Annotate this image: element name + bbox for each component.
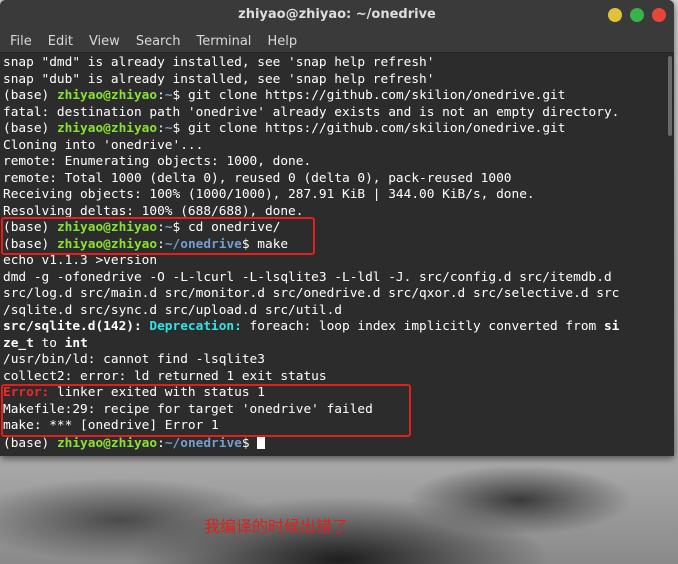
terminal-text: /usr/bin/ld: cannot find -lsqlite3 xyxy=(3,352,265,367)
annotation-caption: 我编译的时候出错了 xyxy=(204,517,349,536)
highlight-box-errors xyxy=(1,384,411,437)
terminal-text: $ git clone https://github.com/skilion/o… xyxy=(172,121,566,136)
window-title: zhiyao@zhiyao: ~/onedrive xyxy=(238,7,436,22)
maximize-button[interactable] xyxy=(630,8,644,22)
terminal-line: snap "dmd" is already installed, see 'sn… xyxy=(3,55,671,72)
title-bar[interactable]: zhiyao@zhiyao: ~/onedrive xyxy=(0,0,674,30)
terminal-text: snap "dmd" is already installed, see 'sn… xyxy=(3,55,435,70)
terminal-text: Cloning into 'onedrive'... xyxy=(3,137,204,153)
terminal-text: zhiyao@zhiyao xyxy=(56,121,158,136)
terminal-text: foreach: loop index implicitly converted… xyxy=(241,319,604,334)
terminal-text: echo v1.1.3 >version xyxy=(3,253,158,268)
terminal-text: int xyxy=(64,335,88,351)
terminal-text: (base) xyxy=(3,88,57,103)
terminal-line: snap "dub" is already installed, see 'sn… xyxy=(3,72,671,89)
terminal-line: ze_t to int xyxy=(3,336,671,353)
highlight-box-commands xyxy=(1,217,315,255)
terminal-line: remote: Enumerating objects: 1000, done. xyxy=(3,154,671,171)
terminal-text: (base) xyxy=(3,121,57,136)
menu-search[interactable]: Search xyxy=(130,34,187,49)
terminal-line: src/sqlite.d(142): Deprecation: foreach:… xyxy=(3,319,671,336)
menu-terminal[interactable]: Terminal xyxy=(190,34,257,49)
terminal-text: remote: Total 1000 (delta 0), reused 0 (… xyxy=(3,170,512,186)
terminal-text: zhiyao@zhiyao xyxy=(56,435,158,451)
terminal-text: snap "dub" is already installed, see 'sn… xyxy=(3,71,435,87)
terminal-text: $ git clone https://github.com/skilion/o… xyxy=(172,88,566,103)
terminal-line: Receiving objects: 100% (1000/1000), 287… xyxy=(3,187,671,204)
terminal-text: ~ xyxy=(164,88,173,103)
terminal-text: si xyxy=(603,319,620,334)
terminal-text: dmd -g -ofonedrive -O -L-lcurl -L-lsqlit… xyxy=(3,269,620,285)
terminal-text: : xyxy=(157,435,165,451)
menu-view[interactable]: View xyxy=(83,34,126,49)
minimize-button[interactable] xyxy=(608,8,622,22)
terminal-line: collect2: error: ld returned 1 exit stat… xyxy=(3,369,671,386)
terminal-text: src/sqlite.d(142): xyxy=(3,319,150,334)
terminal-text: to xyxy=(33,335,65,351)
terminal-text: remote: Enumerating objects: 1000, done. xyxy=(3,154,312,169)
terminal-text: ze_t xyxy=(3,335,34,351)
terminal-line: /usr/bin/ld: cannot find -lsqlite3 xyxy=(3,352,671,369)
terminal-line: Cloning into 'onedrive'... xyxy=(3,138,671,155)
terminal-text: (base) xyxy=(3,435,57,451)
terminal-line: fatal: destination path 'onedrive' alrea… xyxy=(3,105,671,122)
terminal-line: (base) zhiyao@zhiyao:~$ git clone https:… xyxy=(3,121,671,138)
terminal-text: Deprecation: xyxy=(149,319,242,334)
close-button[interactable] xyxy=(652,8,666,22)
terminal-text: ~/onedrive xyxy=(164,435,242,451)
menu-help[interactable]: Help xyxy=(261,34,303,49)
terminal-text: zhiyao@zhiyao xyxy=(56,88,158,103)
terminal-line: /sqlite.d src/sync.d src/upload.d src/ut… xyxy=(3,303,671,320)
menu-edit[interactable]: Edit xyxy=(42,34,79,49)
terminal-text: src/log.d src/main.d src/monitor.d src/o… xyxy=(3,286,620,301)
terminal-line: remote: Total 1000 (delta 0), reused 0 (… xyxy=(3,171,671,188)
scrollbar[interactable] xyxy=(668,56,672,136)
menu-file[interactable]: File xyxy=(4,34,38,49)
terminal-text: : xyxy=(157,88,165,103)
terminal-text: Receiving objects: 100% (1000/1000), 287… xyxy=(3,187,535,202)
terminal-text: /sqlite.d src/sync.d src/upload.d src/ut… xyxy=(3,302,342,318)
terminal-text: ~ xyxy=(164,121,173,136)
terminal-line: dmd -g -ofonedrive -O -L-lcurl -L-lsqlit… xyxy=(3,270,671,287)
menu-bar: File Edit View Search Terminal Help xyxy=(0,30,674,53)
terminal-line: (base) zhiyao@zhiyao:~$ git clone https:… xyxy=(3,88,671,105)
terminal-text: collect2: error: ld returned 1 exit stat… xyxy=(3,368,327,384)
terminal-line: echo v1.1.3 >version xyxy=(3,253,671,270)
terminal-text: : xyxy=(157,121,165,136)
terminal-text: $ xyxy=(241,435,258,451)
terminal-text: fatal: destination path 'onedrive' alrea… xyxy=(3,104,620,120)
terminal-line: src/log.d src/main.d src/monitor.d src/o… xyxy=(3,286,671,303)
